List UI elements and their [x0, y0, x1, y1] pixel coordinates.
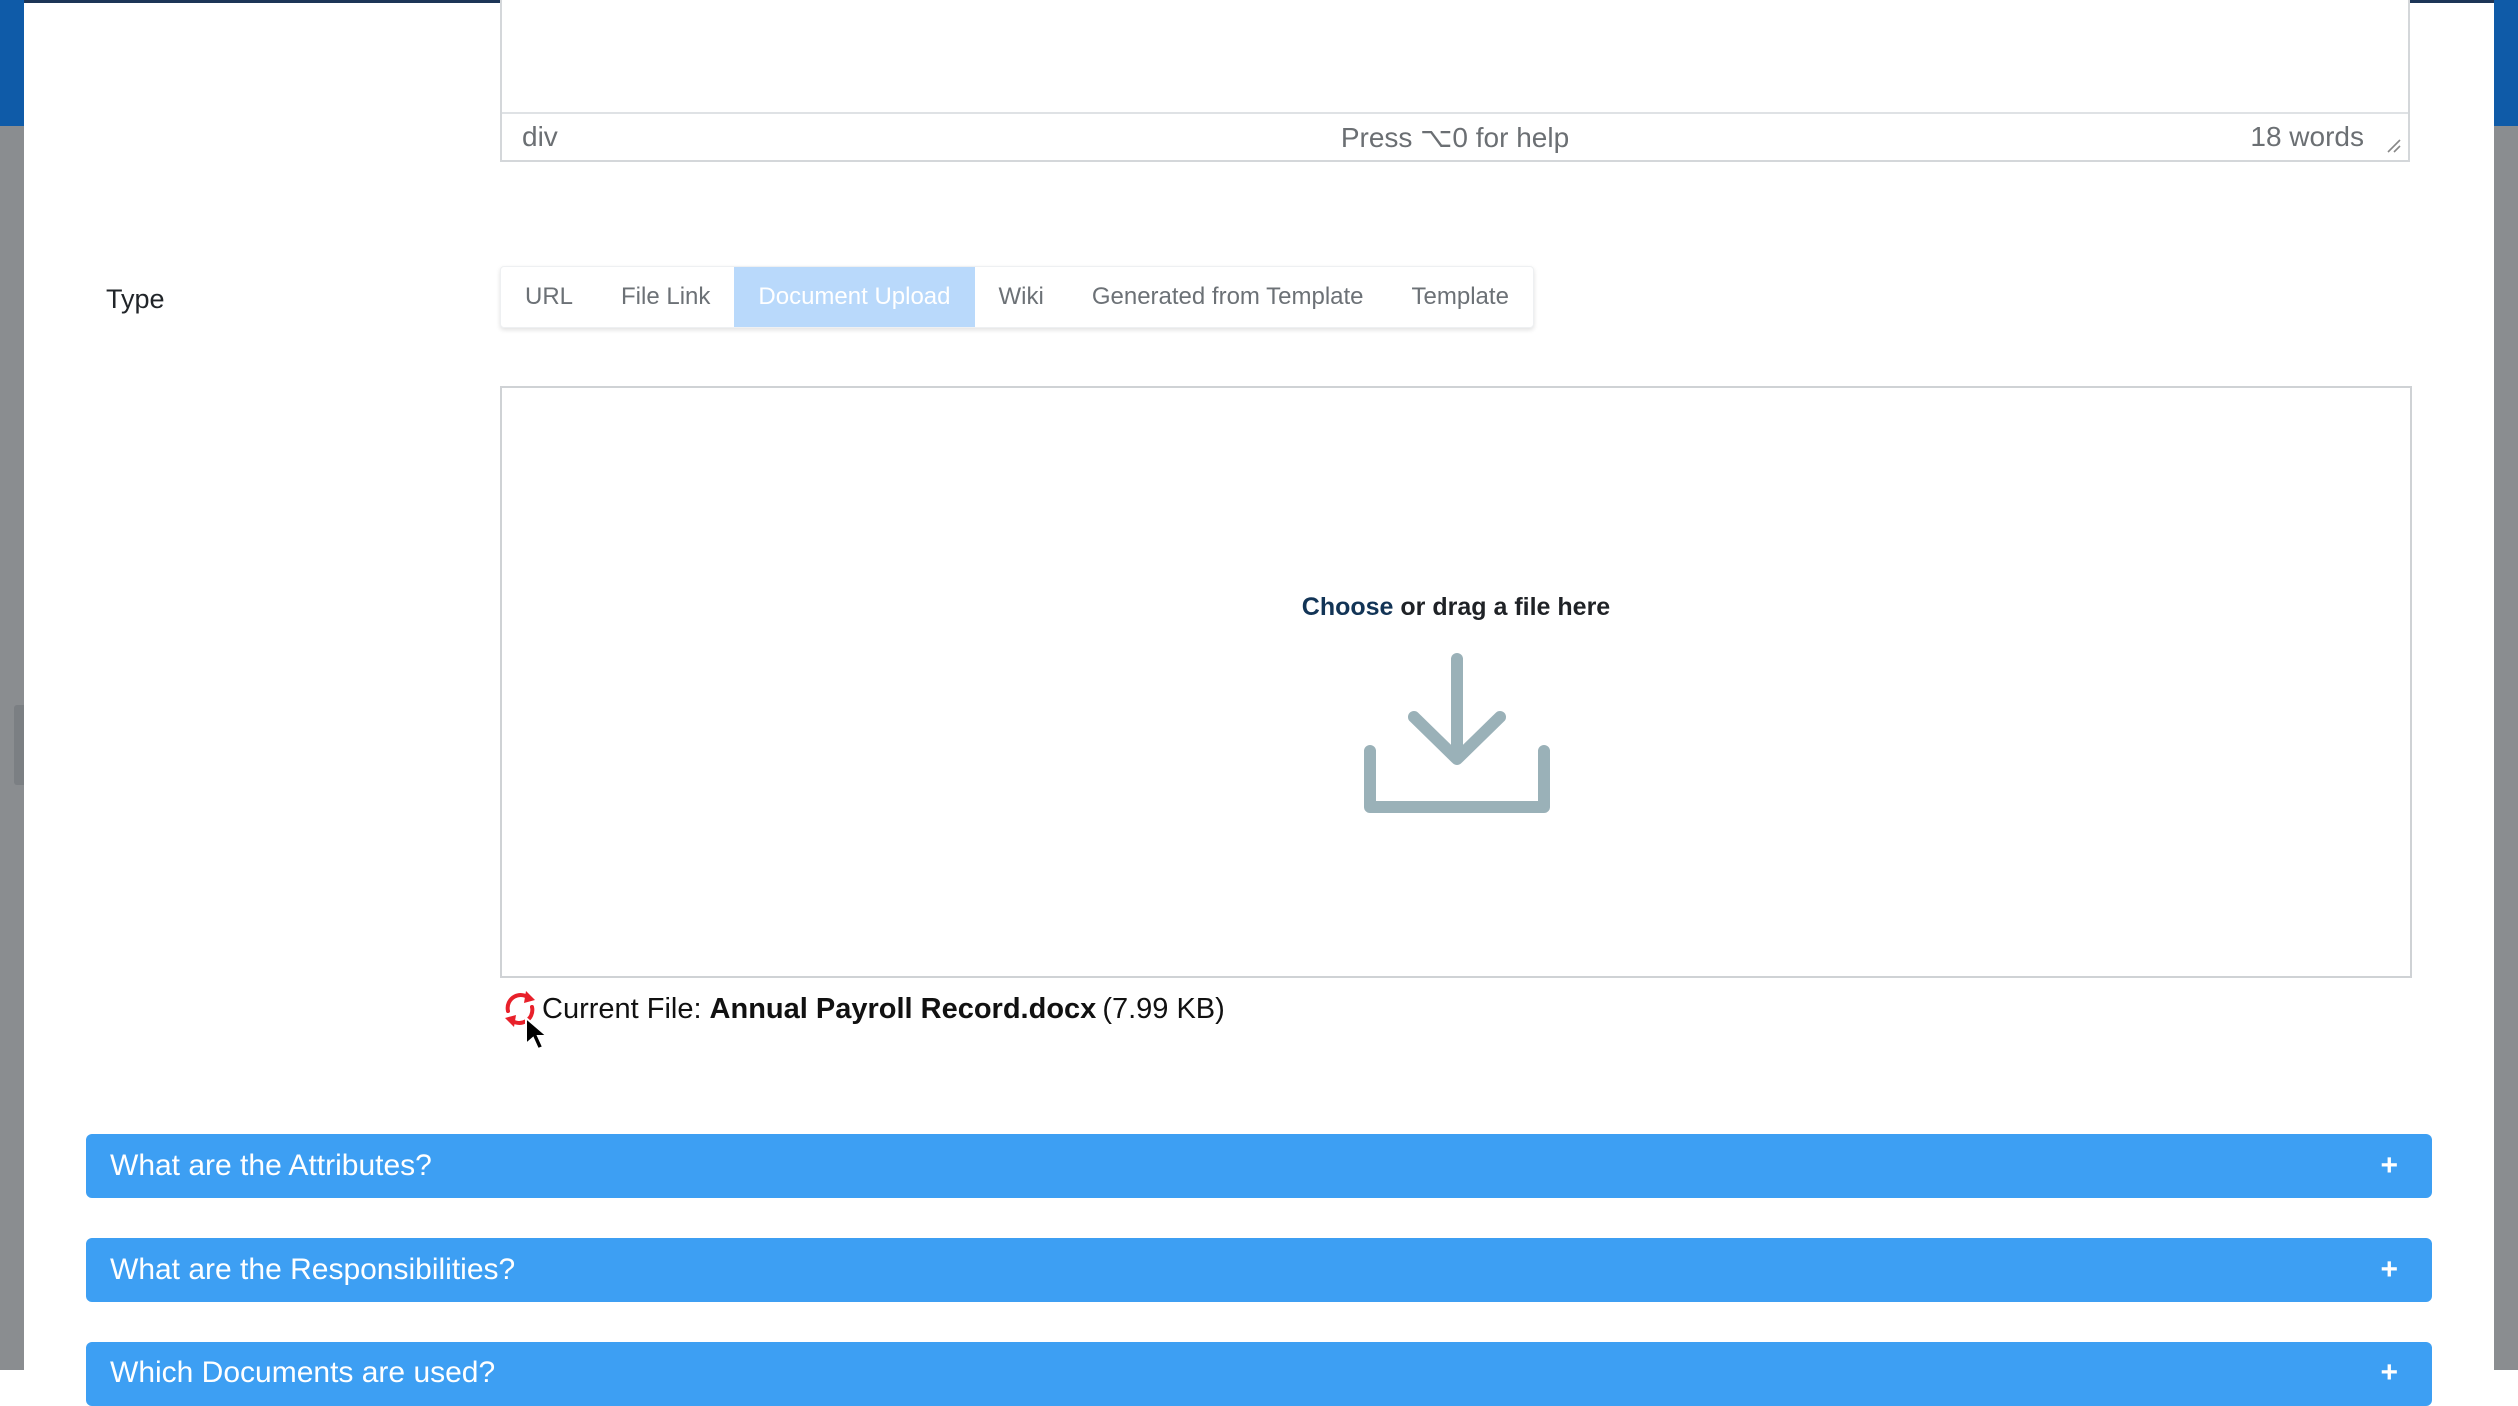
file-dropzone[interactable]: Choose or drag a file here [500, 386, 2412, 978]
background-overlay-left [0, 0, 24, 1370]
tab-generated-from-template[interactable]: Generated from Template [1068, 267, 1388, 327]
accordion-attributes[interactable]: What are the Attributes? + [86, 1134, 2432, 1198]
current-file-size: (7.99 KB) [1102, 992, 1225, 1025]
tab-url[interactable]: URL [501, 267, 597, 327]
accordion-title: Which Documents are used? [110, 1356, 496, 1389]
accordion-title: What are the Attributes? [110, 1149, 432, 1182]
accordion-documents[interactable]: Which Documents are used? + [86, 1342, 2432, 1406]
rich-text-editor[interactable]: div Press ⌥0 for help 18 words [500, 0, 2410, 162]
background-element [14, 705, 24, 785]
current-file-label: Current File: [542, 992, 702, 1025]
expand-plus-icon[interactable]: + [2380, 1356, 2398, 1390]
editor-element-path[interactable]: div [522, 121, 558, 153]
expand-plus-icon[interactable]: + [2380, 1149, 2398, 1183]
tab-document-upload[interactable]: Document Upload [734, 267, 975, 327]
expand-plus-icon[interactable]: + [2380, 1253, 2398, 1287]
current-file-row: Current File: Annual Payroll Record.docx… [500, 984, 1225, 1034]
choose-file-link[interactable]: Choose [1302, 593, 1394, 621]
editor-word-count[interactable]: 18 words [2250, 121, 2364, 153]
background-header-left [0, 0, 24, 126]
type-tab-group: URL File Link Document Upload Wiki Gener… [500, 266, 1534, 328]
tab-template[interactable]: Template [1388, 267, 1533, 327]
current-file-name: Annual Payroll Record.docx [709, 992, 1097, 1025]
mouse-cursor-icon [525, 1016, 550, 1051]
background-overlay-right [2494, 0, 2518, 1370]
tab-wiki[interactable]: Wiki [975, 267, 1068, 327]
dropzone-prompt: Choose or drag a file here [502, 593, 2410, 622]
editor-help-hint: Press ⌥0 for help [1340, 121, 1570, 153]
editor-status-bar: div Press ⌥0 for help 18 words [502, 112, 2408, 160]
tab-file-link[interactable]: File Link [597, 267, 734, 327]
download-icon [1364, 653, 1550, 813]
background-header-right [2494, 0, 2518, 126]
drag-hint-text: or drag a file here [1393, 593, 1611, 621]
resize-handle-icon[interactable] [2386, 138, 2402, 154]
accordion-title: What are the Responsibilities? [110, 1253, 516, 1286]
accordion-responsibilities[interactable]: What are the Responsibilities? + [86, 1238, 2432, 1302]
type-label: Type [106, 284, 165, 314]
